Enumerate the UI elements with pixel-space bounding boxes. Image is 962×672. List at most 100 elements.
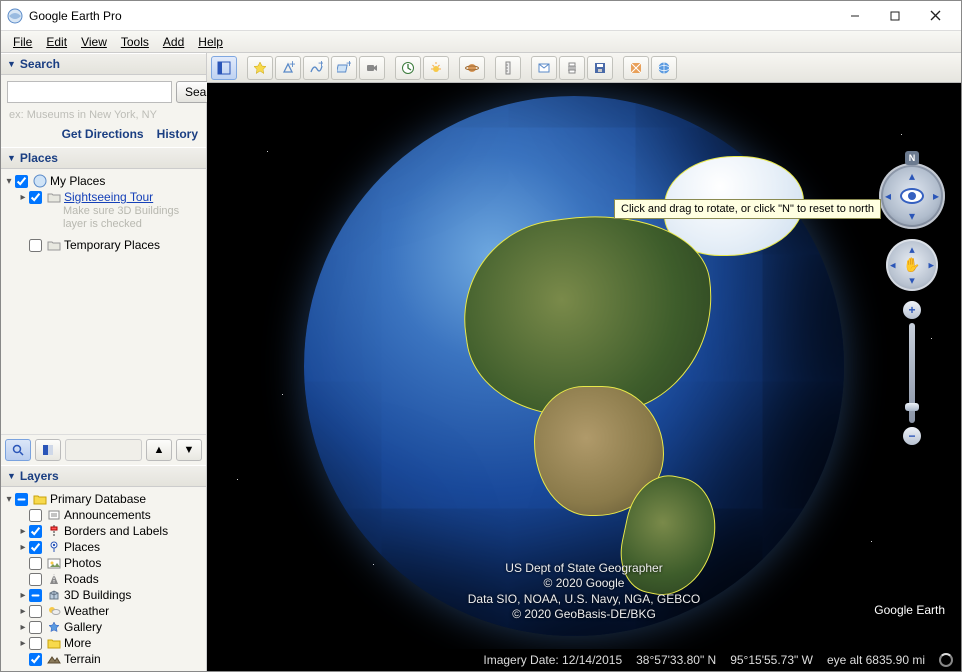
layer-checkbox[interactable]: [29, 621, 42, 634]
places-down-button[interactable]: ▼: [176, 439, 202, 461]
menu-help[interactable]: Help: [192, 33, 229, 51]
layer-label[interactable]: Roads: [64, 572, 99, 586]
zoom-out-button[interactable]: −: [903, 427, 921, 445]
layer-checkbox[interactable]: [15, 493, 28, 506]
email-button[interactable]: [531, 56, 557, 80]
viewer-toolbar: + + +: [207, 53, 961, 83]
look-left[interactable]: ◂: [885, 189, 891, 203]
layer-checkbox[interactable]: [29, 557, 42, 570]
look-right[interactable]: ▸: [933, 189, 939, 203]
search-panel-header[interactable]: ▼Search: [1, 53, 206, 75]
sunlight-button[interactable]: [423, 56, 449, 80]
google-earth-logo: Google Earth: [874, 598, 945, 619]
pan-left[interactable]: ◂: [890, 259, 896, 272]
expand-toggle[interactable]: ▸: [17, 606, 29, 617]
pan-down[interactable]: ▾: [909, 274, 915, 287]
eye-icon: [900, 188, 924, 204]
record-tour-button[interactable]: [359, 56, 385, 80]
places-panel-header[interactable]: ▼Places: [1, 147, 206, 169]
look-compass[interactable]: N ▴ ▾ ◂ ▸: [879, 163, 945, 229]
toggle-sidebar-button[interactable]: [211, 56, 237, 80]
places-find-button[interactable]: [5, 439, 31, 461]
places-up-button[interactable]: ▲: [146, 439, 172, 461]
layer-label[interactable]: Terrain: [64, 652, 101, 666]
layer-checkbox[interactable]: [29, 589, 42, 602]
menu-add[interactable]: Add: [157, 33, 190, 51]
layer-label[interactable]: Gallery: [64, 620, 102, 634]
expand-toggle[interactable]: ▸: [17, 638, 29, 649]
layer-label[interactable]: 3D Buildings: [64, 588, 131, 602]
layer-label[interactable]: Photos: [64, 556, 101, 570]
places-toolbar: ▲ ▼: [1, 434, 206, 465]
layer-checkbox[interactable]: [29, 605, 42, 618]
layer-label[interactable]: Weather: [64, 604, 109, 618]
zoom-slider[interactable]: [909, 323, 915, 423]
check-tour[interactable]: [29, 191, 42, 204]
get-directions-link[interactable]: Get Directions: [62, 127, 144, 141]
look-down[interactable]: ▾: [909, 209, 915, 223]
expand-tour[interactable]: ▸: [17, 192, 29, 203]
reset-north-button[interactable]: N: [905, 151, 919, 165]
expand-toggle[interactable]: ▸: [17, 526, 29, 537]
check-myplaces[interactable]: [15, 175, 28, 188]
earth-viewport[interactable]: Click and drag to rotate, or click "N" t…: [207, 83, 961, 649]
expand-toggle[interactable]: ▾: [3, 494, 15, 505]
save-image-button[interactable]: [587, 56, 613, 80]
add-overlay-button[interactable]: +: [331, 56, 357, 80]
history-link[interactable]: History: [157, 127, 198, 141]
expand-toggle[interactable]: ▸: [17, 622, 29, 633]
layer-label[interactable]: Primary Database: [50, 492, 146, 506]
menu-file[interactable]: File: [7, 33, 38, 51]
layer-label[interactable]: More: [64, 636, 91, 650]
view-maps-button[interactable]: [623, 56, 649, 80]
check-temp[interactable]: [29, 239, 42, 252]
add-polygon-button[interactable]: +: [275, 56, 301, 80]
history-button[interactable]: [395, 56, 421, 80]
layer-row-gallery: ▸ Gallery: [3, 619, 204, 635]
planets-button[interactable]: [459, 56, 485, 80]
layer-checkbox[interactable]: [29, 573, 42, 586]
close-button[interactable]: [915, 2, 955, 30]
minimize-button[interactable]: [835, 2, 875, 30]
layer-checkbox[interactable]: [29, 509, 42, 522]
search-input[interactable]: [7, 81, 172, 103]
look-up[interactable]: ▴: [909, 169, 915, 183]
myplaces-label[interactable]: My Places: [50, 174, 105, 188]
layer-row-roads: Roads: [3, 571, 204, 587]
status-eye-alt: eye alt 6835.90 mi: [827, 653, 925, 667]
print-button[interactable]: [559, 56, 585, 80]
tour-link[interactable]: Sightseeing Tour: [64, 190, 153, 204]
places-opacity-slider[interactable]: [65, 439, 142, 461]
layer-label[interactable]: Announcements: [64, 508, 151, 522]
zoom-in-button[interactable]: +: [903, 301, 921, 319]
pan-up[interactable]: ▴: [909, 243, 915, 256]
ruler-button[interactable]: [495, 56, 521, 80]
loading-icon: [939, 653, 953, 667]
layer-checkbox[interactable]: [29, 541, 42, 554]
layer-label[interactable]: Places: [64, 540, 100, 554]
layers-panel-header[interactable]: ▼Layers: [1, 465, 206, 487]
search-hint: ex: Museums in New York, NY: [1, 109, 206, 127]
add-path-button[interactable]: +: [303, 56, 329, 80]
expand-toggle[interactable]: ▸: [17, 542, 29, 553]
places-opacity-button[interactable]: [35, 439, 61, 461]
menu-tools[interactable]: Tools: [115, 33, 155, 51]
layer-checkbox[interactable]: [29, 637, 42, 650]
layer-checkbox[interactable]: [29, 653, 42, 666]
places-header-label: Places: [20, 151, 58, 165]
maximize-button[interactable]: [875, 2, 915, 30]
menu-view[interactable]: View: [75, 33, 113, 51]
pan-right[interactable]: ▸: [928, 259, 934, 272]
expand-myplaces[interactable]: ▾: [3, 176, 15, 187]
pan-control[interactable]: ✋ ▴ ▾ ◂ ▸: [886, 239, 938, 291]
menu-edit[interactable]: Edit: [40, 33, 73, 51]
temp-places-label[interactable]: Temporary Places: [64, 238, 160, 252]
add-placemark-button[interactable]: [247, 56, 273, 80]
web-globe-button[interactable]: [651, 56, 677, 80]
layer-label[interactable]: Borders and Labels: [64, 524, 168, 538]
expand-toggle[interactable]: ▸: [17, 590, 29, 601]
menubar: File Edit View Tools Add Help: [1, 31, 961, 53]
layer-checkbox[interactable]: [29, 525, 42, 538]
globe[interactable]: [304, 96, 844, 636]
titlebar: Google Earth Pro: [1, 1, 961, 31]
